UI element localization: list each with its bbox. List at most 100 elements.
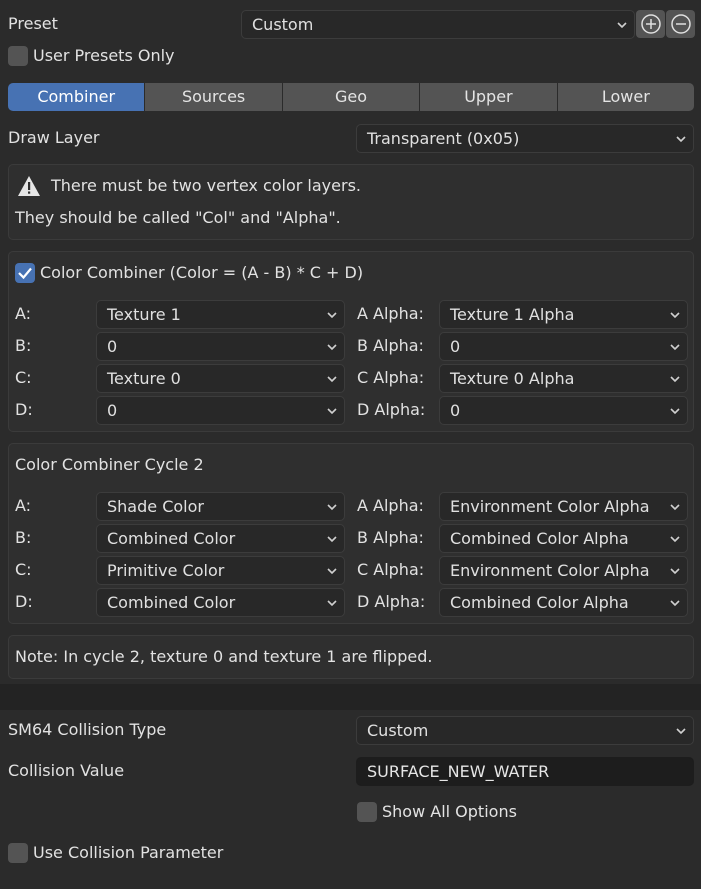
c1-row-a-label: A: xyxy=(15,304,32,323)
c1-row-d-value: 0 xyxy=(107,401,118,420)
c2-row-b-alpha-value: Combined Color Alpha xyxy=(450,529,629,548)
c2-row-c-alpha-value: Environment Color Alpha xyxy=(450,561,650,580)
use-collision-parameter-checkbox[interactable] xyxy=(8,843,28,863)
tab-lower[interactable]: Lower xyxy=(557,83,695,111)
chevron-down-icon xyxy=(670,408,680,415)
collision-value-text: SURFACE_NEW_WATER xyxy=(367,762,550,781)
show-all-options-checkbox[interactable] xyxy=(357,802,377,822)
c1-row-d-label: D: xyxy=(15,400,33,419)
preset-value: Custom xyxy=(252,15,314,34)
chevron-down-icon xyxy=(327,504,337,511)
preset-label: Preset xyxy=(8,14,58,33)
c2-row-d-label: D: xyxy=(15,592,33,611)
chevron-down-icon xyxy=(327,568,337,575)
c1-row-b-alpha-value: 0 xyxy=(450,337,461,356)
c1-row-d-alpha-dropdown[interactable]: 0 xyxy=(439,396,688,425)
chevron-down-icon xyxy=(670,344,680,351)
c1-row-a-alpha-label: A Alpha: xyxy=(357,304,424,323)
c2-row-a-alpha-label: A Alpha: xyxy=(357,496,424,515)
c2-row-d-alpha-dropdown[interactable]: Combined Color Alpha xyxy=(439,588,688,617)
tab-upper[interactable]: Upper xyxy=(420,83,558,111)
warning-line-1: There must be two vertex color layers. xyxy=(51,176,361,195)
user-presets-only-checkbox[interactable] xyxy=(8,46,28,66)
remove-preset-icon xyxy=(671,14,691,34)
c2-row-d-alpha-label: D Alpha: xyxy=(357,592,426,611)
warning-line-2: They should be called "Col" and "Alpha". xyxy=(15,208,341,227)
tab-geo[interactable]: Geo xyxy=(282,83,421,111)
c2-row-b-alpha-label: B Alpha: xyxy=(357,528,424,547)
c2-row-d-alpha-value: Combined Color Alpha xyxy=(450,593,629,612)
collision-value-label: Collision Value xyxy=(8,761,125,780)
c1-row-c-value: Texture 0 xyxy=(107,369,181,388)
warning-icon xyxy=(18,176,40,196)
remove-preset-button[interactable] xyxy=(666,10,695,38)
c1-row-b-alpha-dropdown[interactable]: 0 xyxy=(439,332,688,361)
c2-row-b-dropdown[interactable]: Combined Color xyxy=(96,524,345,553)
c2-row-b-alpha-dropdown[interactable]: Combined Color Alpha xyxy=(439,524,688,553)
chevron-down-icon xyxy=(327,312,337,319)
chevron-down-icon xyxy=(670,376,680,383)
preset-dropdown[interactable]: Custom xyxy=(241,10,635,39)
c2-row-c-label: C: xyxy=(15,560,32,579)
c1-row-d-alpha-label: D Alpha: xyxy=(357,400,426,419)
c2-row-a-alpha-value: Environment Color Alpha xyxy=(450,497,650,516)
c1-row-d-dropdown[interactable]: 0 xyxy=(96,396,345,425)
c1-row-d-alpha-value: 0 xyxy=(450,401,461,420)
c1-row-a-alpha-value: Texture 1 Alpha xyxy=(450,305,575,324)
collision-type-label: SM64 Collision Type xyxy=(8,720,167,739)
chevron-down-icon xyxy=(327,376,337,383)
c1-row-c-alpha-dropdown[interactable]: Texture 0 Alpha xyxy=(439,364,688,393)
chevron-down-icon xyxy=(327,408,337,415)
collision-type-value: Custom xyxy=(367,721,429,740)
tab-bar: Combiner Sources Geo Upper Lower xyxy=(8,83,695,111)
c2-row-b-label: B: xyxy=(15,528,32,547)
tab-combiner[interactable]: Combiner xyxy=(8,83,146,111)
c2-row-a-label: A: xyxy=(15,496,32,515)
color-combiner-checkbox[interactable] xyxy=(15,263,35,283)
c1-row-a-dropdown[interactable]: Texture 1 xyxy=(96,300,345,329)
c2-row-c-alpha-dropdown[interactable]: Environment Color Alpha xyxy=(439,556,688,585)
c1-row-a-alpha-dropdown[interactable]: Texture 1 Alpha xyxy=(439,300,688,329)
chevron-down-icon xyxy=(670,568,680,575)
collision-type-dropdown[interactable]: Custom xyxy=(356,716,694,745)
use-collision-parameter-label: Use Collision Parameter xyxy=(33,843,224,862)
c2-row-d-value: Combined Color xyxy=(107,593,236,612)
chevron-down-icon xyxy=(676,728,686,735)
tab-sources[interactable]: Sources xyxy=(145,83,283,111)
chevron-down-icon xyxy=(670,312,680,319)
c1-row-b-dropdown[interactable]: 0 xyxy=(96,332,345,361)
c1-row-b-value: 0 xyxy=(107,337,118,356)
c2-row-c-value: Primitive Color xyxy=(107,561,225,580)
c2-row-a-alpha-dropdown[interactable]: Environment Color Alpha xyxy=(439,492,688,521)
c2-row-c-dropdown[interactable]: Primitive Color xyxy=(96,556,345,585)
c1-row-b-label: B: xyxy=(15,336,32,355)
c1-row-c-dropdown[interactable]: Texture 0 xyxy=(96,364,345,393)
add-preset-icon xyxy=(641,14,661,34)
section-divider xyxy=(0,684,701,710)
c2-row-b-value: Combined Color xyxy=(107,529,236,548)
chevron-down-icon xyxy=(327,536,337,543)
checkmark-icon xyxy=(18,267,32,280)
chevron-down-icon xyxy=(670,600,680,607)
add-preset-button[interactable] xyxy=(636,10,665,38)
c1-row-b-alpha-label: B Alpha: xyxy=(357,336,424,355)
draw-layer-label: Draw Layer xyxy=(8,128,100,147)
c1-row-a-value: Texture 1 xyxy=(107,305,181,324)
collision-value-field[interactable]: SURFACE_NEW_WATER xyxy=(356,757,694,786)
c2-row-c-alpha-label: C Alpha: xyxy=(357,560,425,579)
chevron-down-icon xyxy=(327,344,337,351)
draw-layer-value: Transparent (0x05) xyxy=(367,129,520,148)
c2-row-a-dropdown[interactable]: Shade Color xyxy=(96,492,345,521)
draw-layer-dropdown[interactable]: Transparent (0x05) xyxy=(356,124,694,153)
chevron-down-icon xyxy=(670,536,680,543)
c2-row-d-dropdown[interactable]: Combined Color xyxy=(96,588,345,617)
show-all-options-label: Show All Options xyxy=(382,802,517,821)
c2-row-a-value: Shade Color xyxy=(107,497,204,516)
chevron-down-icon xyxy=(327,600,337,607)
chevron-down-icon xyxy=(676,136,686,143)
cycle2-title: Color Combiner Cycle 2 xyxy=(15,455,204,474)
color-combiner-title: Color Combiner (Color = (A - B) * C + D) xyxy=(40,263,364,282)
c1-row-c-alpha-value: Texture 0 Alpha xyxy=(450,369,575,388)
c1-row-c-alpha-label: C Alpha: xyxy=(357,368,425,387)
c1-row-c-label: C: xyxy=(15,368,32,387)
